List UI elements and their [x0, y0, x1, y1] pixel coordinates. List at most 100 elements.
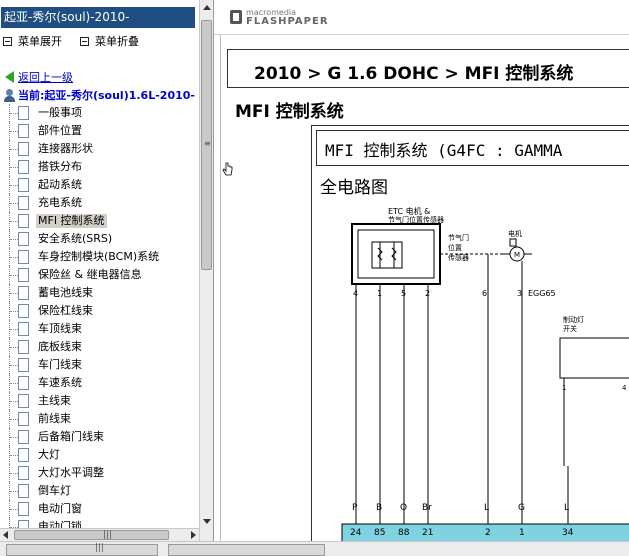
document-icon — [18, 448, 29, 462]
collapse-icon — [80, 36, 89, 46]
tree-item[interactable]: 大灯 — [0, 446, 198, 464]
connector-label: EGG65 — [528, 289, 556, 298]
tree-item[interactable]: 车速系统 — [0, 374, 198, 392]
tree-connector — [10, 239, 18, 240]
scroll-up-icon[interactable] — [203, 5, 211, 10]
tree-connector — [10, 257, 18, 258]
tps-label-2: 位置 — [448, 243, 462, 252]
tree-connector — [10, 329, 18, 330]
pin-top-1: 4 — [353, 289, 358, 298]
tree-item-label: 搭铁分布 — [38, 160, 82, 173]
tree-item[interactable]: MFI 控制系统 — [0, 212, 198, 230]
scroll-down-icon[interactable] — [203, 519, 211, 524]
document-icon — [18, 394, 29, 408]
tree-item[interactable]: 蓄电池线束 — [0, 284, 198, 302]
tree-item[interactable]: 倒车灯 — [0, 482, 198, 500]
diagram-subtitle: 全电路图 — [320, 178, 388, 198]
tree-item-label: MFI 控制系统 — [36, 214, 107, 228]
tree-item-label: 车身控制模块(BCM)系统 — [38, 250, 160, 263]
back-link[interactable]: 返回上一级 — [5, 69, 73, 85]
pin-top-4: 2 — [425, 289, 430, 298]
wire-color-3: O — [400, 503, 407, 513]
document-page[interactable]: 2010 > G 1.6 DOHC > MFI 控制系统 MFI 控制系统 MF… — [220, 35, 629, 541]
tree-item-label: 前线束 — [38, 412, 71, 425]
collapse-menu-button[interactable]: 菜单折叠 — [80, 33, 139, 49]
sidebar-vertical-scrollbar[interactable]: ≡ — [199, 0, 213, 541]
tree-item[interactable]: 部件位置 — [0, 122, 198, 140]
document-icon — [18, 232, 29, 246]
tree-connector — [10, 221, 18, 222]
document-icon — [18, 304, 29, 318]
tree-item[interactable]: 电动门窗 — [0, 500, 198, 518]
tree-item[interactable]: 底板线束 — [0, 338, 198, 356]
tree-item[interactable]: 车身控制模块(BCM)系统 — [0, 248, 198, 266]
tree-item[interactable]: 一般事项 — [0, 104, 198, 122]
tree-item[interactable]: 大灯水平调整 — [0, 464, 198, 482]
right-label: 制动灯 — [563, 315, 584, 324]
tree-item[interactable]: 保险丝 & 继电器信息 — [0, 266, 198, 284]
bottom-grip-icon: ||| — [95, 543, 105, 553]
bottom-scrollbar[interactable]: ||| — [0, 541, 629, 556]
scroll-grip-icon: ≡ — [204, 139, 211, 148]
tree-connector — [10, 113, 18, 114]
document-icon — [18, 466, 29, 480]
potentiometer-icon — [371, 241, 403, 269]
tree-connector — [10, 455, 18, 456]
tree-item[interactable]: 搭铁分布 — [0, 158, 198, 176]
expand-icon — [3, 36, 12, 46]
expand-menu-button[interactable]: 菜单展开 — [3, 33, 62, 49]
viewer-toolbar: macromedia FLASHPAPER — [214, 0, 629, 35]
tree-item[interactable]: 安全系统(SRS) — [0, 230, 198, 248]
tree-item[interactable]: 起动系统 — [0, 176, 198, 194]
diagram-header-box: MFI 控制系统 (G4FC : GAMMA — [316, 130, 629, 166]
tree-item[interactable]: 充电系统 — [0, 194, 198, 212]
wire-color-6: G — [518, 503, 525, 513]
hscroll-grip-icon: ||| — [103, 530, 113, 540]
tree-connector — [10, 185, 18, 186]
bottom-scroll-thumb-left[interactable]: ||| — [6, 543, 158, 556]
pin-bottom-7: 34 — [562, 528, 574, 538]
scrollbar-thumb[interactable]: ≡ — [201, 20, 212, 270]
sidebar-horizontal-scrollbar[interactable]: ||| — [0, 528, 199, 541]
tree-connector — [10, 311, 18, 312]
hand-cursor-icon — [222, 162, 233, 176]
scroll-left-icon[interactable] — [3, 531, 8, 539]
pin-bottom-3: 88 — [398, 528, 410, 538]
expand-menu-label: 菜单展开 — [18, 35, 62, 48]
tree-item-label: 一般事项 — [38, 106, 82, 119]
tree-item-label: 蓄电池线束 — [38, 286, 93, 299]
tree-connector — [10, 509, 18, 510]
hscrollbar-thumb[interactable]: ||| — [14, 530, 169, 540]
wire-color-5: L — [484, 503, 489, 513]
tree-item[interactable]: 前线束 — [0, 410, 198, 428]
tree-connector — [10, 419, 18, 420]
pin-bottom-4: 21 — [422, 528, 433, 538]
bottom-scroll-thumb-right[interactable] — [168, 544, 325, 556]
scroll-right-icon[interactable] — [191, 531, 196, 539]
document-icon — [18, 322, 29, 336]
tree-item[interactable]: 主线束 — [0, 392, 198, 410]
document-icon — [18, 412, 29, 426]
diagram-header: MFI 控制系统 (G4FC : GAMMA — [325, 141, 563, 160]
tree-item[interactable]: 保险杠线束 — [0, 302, 198, 320]
current-location: 当前:起亚-秀尔(soul)1.6L-2010- — [4, 87, 195, 103]
pin-bottom-2: 85 — [374, 528, 385, 538]
pin-bottom-6: 1 — [519, 528, 525, 538]
etc-module-box — [351, 223, 441, 285]
tree-item[interactable]: 后备箱门线束 — [0, 428, 198, 446]
tree-connector — [10, 131, 18, 132]
current-location-label: 当前:起亚-秀尔(soul)1.6L-2010- — [18, 89, 195, 102]
collapse-menu-label: 菜单折叠 — [95, 35, 139, 48]
document-icon — [18, 250, 29, 264]
tree-connector — [10, 365, 18, 366]
tree-item-label: 大灯 — [38, 448, 60, 461]
tree-item[interactable]: 车门线束 — [0, 356, 198, 374]
tree-item-label: 安全系统(SRS) — [38, 232, 113, 245]
tree-item[interactable]: 车顶线束 — [0, 320, 198, 338]
menu-toolbar: 菜单展开 菜单折叠 — [3, 33, 139, 49]
tree-item[interactable]: 连接器形状 — [0, 140, 198, 158]
document-icon — [18, 376, 29, 390]
tree-connector — [10, 149, 18, 150]
breadcrumb: 2010 > G 1.6 DOHC > MFI 控制系统 — [254, 64, 574, 84]
document-icon — [18, 196, 29, 210]
